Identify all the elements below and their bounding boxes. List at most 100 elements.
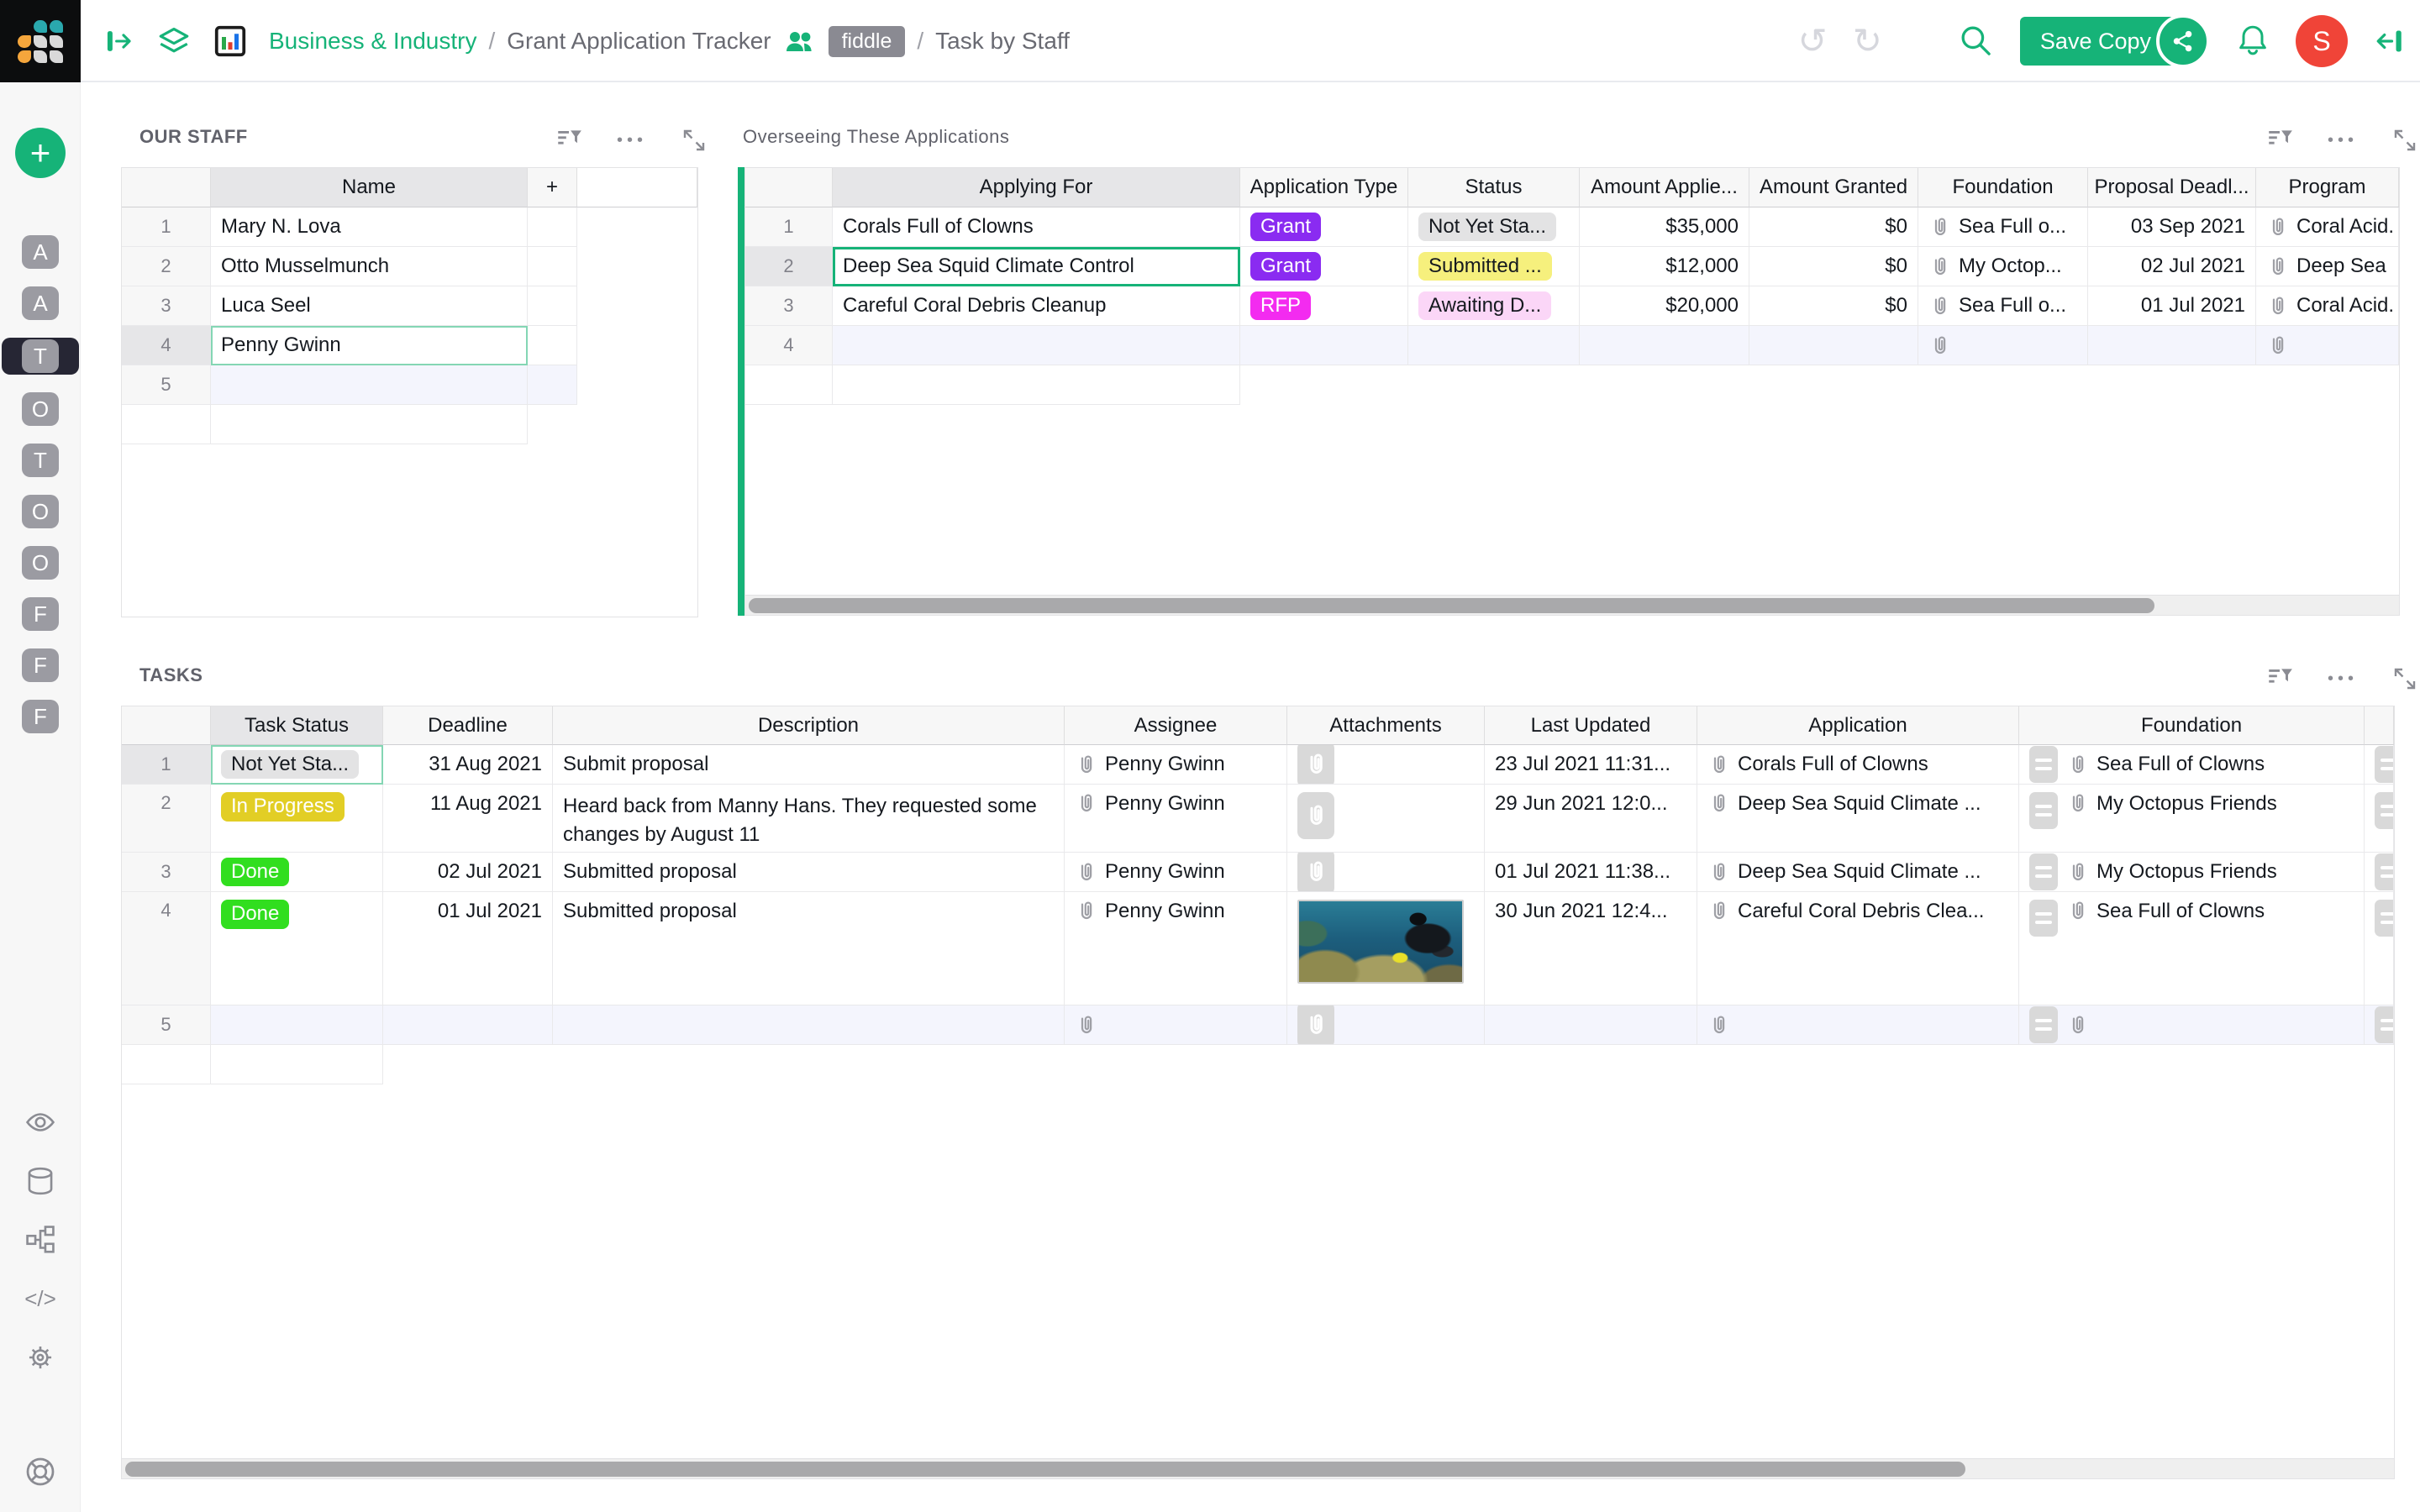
deadline-cell[interactable]: 01 Jul 2021 [383,892,553,1005]
share-button[interactable] [2156,14,2210,68]
proposal-deadline-cell[interactable]: 01 Jul 2021 [2088,286,2256,326]
layers-icon[interactable] [156,24,192,59]
sidebar-page-o1[interactable]: O [0,392,81,426]
reference-card-icon[interactable] [2375,900,2394,937]
name-cell[interactable]: Otto Musselmunch [211,247,528,286]
empty-cell[interactable] [528,207,577,247]
program-cell[interactable]: Deep Sea [2256,247,2399,286]
last-updated-cell[interactable]: 01 Jul 2021 11:38... [1485,853,1697,892]
empty-cell[interactable] [553,1005,1065,1045]
new-record-cell[interactable] [211,1005,383,1045]
status-cell[interactable]: Awaiting D... [1408,286,1580,326]
collapse-right-panel-icon[interactable] [2373,24,2407,58]
breadcrumb-page-name[interactable]: Task by Staff [935,28,1070,55]
description-cell[interactable]: Submitted proposal [553,892,1065,1005]
scrollbar-thumb[interactable] [749,598,2154,613]
program-cell[interactable]: Coral Acid. [2256,207,2399,247]
column-header-task-status[interactable]: Task Status [211,706,383,745]
corner-header[interactable] [122,706,211,745]
sidebar-page-a2[interactable]: A [0,286,81,320]
column-header-status[interactable]: Status [1408,168,1580,207]
overflow-cell[interactable] [2365,853,2394,892]
column-header-assignee[interactable]: Assignee [1065,706,1287,745]
task-status-cell-cursor[interactable]: Not Yet Sta... [211,745,383,785]
row-number[interactable]: 3 [122,853,211,892]
empty-cell[interactable] [528,326,577,365]
last-updated-cell[interactable]: 23 Jul 2021 11:31... [1485,745,1697,785]
grist-logo[interactable] [0,0,81,82]
attachments-cell[interactable] [1287,785,1485,853]
foundation-cell[interactable]: Sea Full o... [1918,207,2088,247]
assignee-cell[interactable]: Penny Gwinn [1065,785,1287,853]
proposal-deadline-cell[interactable]: 02 Jul 2021 [2088,247,2256,286]
sidebar-page-task-by-staff[interactable]: T [2,338,79,375]
tasks-widget-title[interactable]: TASKS [139,664,203,686]
column-header-attachments[interactable]: Attachments [1287,706,1485,745]
add-page-button[interactable]: + [15,128,66,178]
task-status-cell[interactable]: Done [211,892,383,1005]
empty-cell[interactable] [383,1005,553,1045]
settings-gear-icon[interactable] [24,1341,57,1374]
overflow-cell[interactable] [2365,745,2394,785]
undo-icon[interactable]: ↺ [1798,24,1828,59]
expand-widget-icon[interactable] [681,127,708,154]
row-number[interactable]: 1 [745,207,833,247]
name-cell[interactable]: Luca Seel [211,286,528,326]
status-cell[interactable]: Not Yet Sta... [1408,207,1580,247]
new-record-cell[interactable] [833,326,1240,365]
column-header-program[interactable]: Program [2256,168,2399,207]
expand-widget-icon[interactable] [2391,665,2418,692]
column-header-amount-applied[interactable]: Amount Applie... [1580,168,1749,207]
empty-cell[interactable] [1485,1005,1697,1045]
empty-cell[interactable] [1287,1005,1485,1045]
application-cell[interactable]: Deep Sea Squid Climate ... [1697,785,2019,853]
column-header-application[interactable]: Application [1697,706,2019,745]
sidebar-page-o3[interactable]: O [0,546,81,580]
application-cell[interactable]: Careful Coral Debris Clea... [1697,892,2019,1005]
amount-applied-cell[interactable]: $35,000 [1580,207,1749,247]
reference-card-icon[interactable] [2375,853,2394,890]
horizontal-scrollbar[interactable] [745,595,2399,615]
corner-header[interactable] [745,168,833,207]
row-number[interactable]: 5 [122,365,211,405]
row-number[interactable]: 2 [122,247,211,286]
assignee-cell[interactable]: Penny Gwinn [1065,745,1287,785]
amount-granted-cell[interactable]: $0 [1749,207,1918,247]
scrollbar-thumb[interactable] [125,1462,1965,1477]
foundation-cell[interactable]: My Octop... [1918,247,2088,286]
empty-cell[interactable] [2088,326,2256,365]
program-cell[interactable]: Coral Acid. [2256,286,2399,326]
row-number[interactable]: 2 [745,247,833,286]
application-cell[interactable]: Corals Full of Clowns [1697,745,2019,785]
column-header-last-updated[interactable]: Last Updated [1485,706,1697,745]
sidebar-page-f3[interactable]: F [0,700,81,733]
code-view-icon[interactable]: </> [24,1282,57,1315]
empty-cell[interactable] [1918,326,2088,365]
reference-card-icon[interactable] [2029,853,2058,890]
open-left-panel-icon[interactable] [103,25,134,57]
column-header-proposal-deadline[interactable]: Proposal Deadl... [2088,168,2256,207]
row-number[interactable]: 5 [122,1005,211,1045]
notifications-bell-icon[interactable] [2235,23,2270,60]
task-status-cell[interactable]: Done [211,853,383,892]
empty-cell[interactable] [1408,326,1580,365]
raw-data-icon[interactable] [24,1164,57,1198]
sidebar-page-o2[interactable]: O [0,495,81,528]
empty-cell[interactable] [1697,1005,2019,1045]
empty-cell[interactable] [2256,326,2399,365]
row-number[interactable]: 1 [122,207,211,247]
status-cell[interactable]: Submitted ... [1408,247,1580,286]
users-icon[interactable] [783,28,817,55]
reference-card-icon[interactable] [2375,792,2394,829]
empty-cell[interactable] [1580,326,1749,365]
corner-header[interactable] [122,168,211,207]
attachments-cell[interactable] [1287,745,1485,785]
name-cell-cursor[interactable]: Penny Gwinn [211,326,528,365]
widget-menu-icon[interactable]: ••• [617,131,647,150]
sidebar-page-a1[interactable]: A [0,235,81,269]
column-header-deadline[interactable]: Deadline [383,706,553,745]
empty-cell[interactable] [528,286,577,326]
overflow-cell[interactable] [2365,892,2394,1005]
empty-cell[interactable] [1240,326,1408,365]
widget-menu-icon[interactable]: ••• [2328,131,2358,150]
